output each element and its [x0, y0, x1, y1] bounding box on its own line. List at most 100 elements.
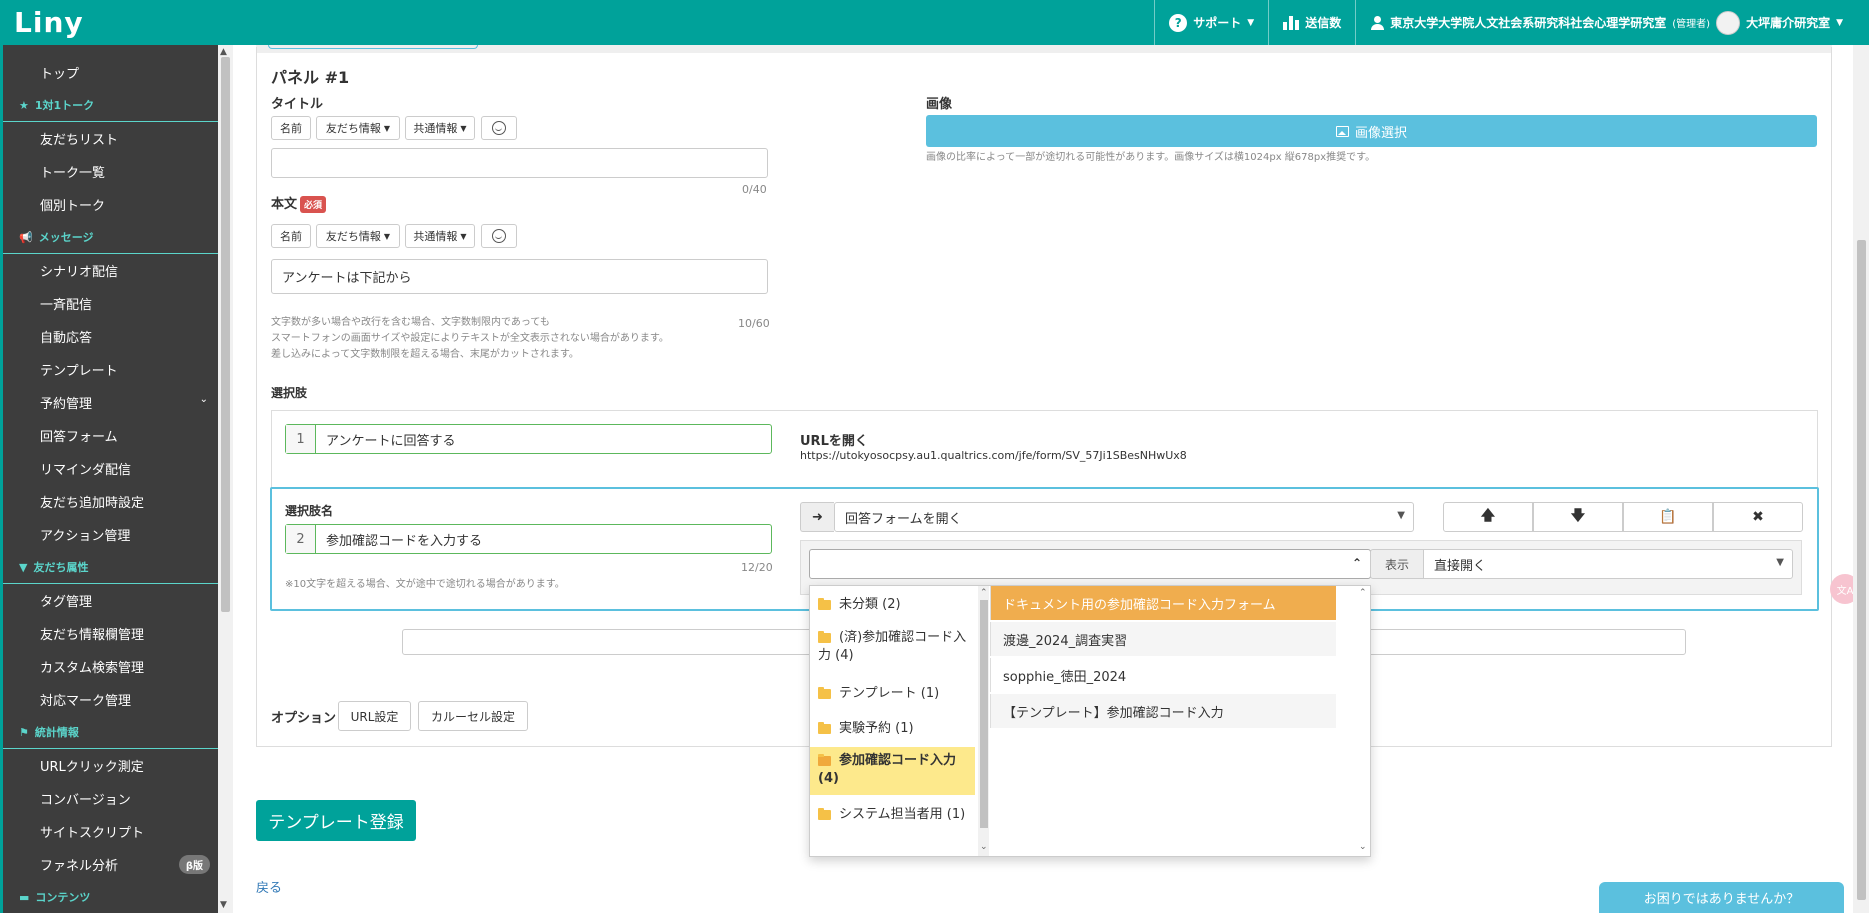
back-link[interactable]: 戻る: [256, 877, 282, 896]
insert-name-button[interactable]: 名前: [271, 224, 311, 248]
support-menu[interactable]: ? サポート ▼: [1154, 0, 1268, 45]
sidebar-item-13[interactable]: 友だち追加時設定: [3, 485, 218, 518]
sidebar-item-22[interactable]: コンバージョン: [3, 782, 218, 815]
sidebar-item-16[interactable]: タグ管理: [3, 584, 218, 617]
sidebar-item-8[interactable]: 自動応答: [3, 320, 218, 353]
url-settings-button[interactable]: URL設定: [338, 701, 411, 731]
sidebar-item-17[interactable]: 友だち情報欄管理: [3, 617, 218, 650]
form-option[interactable]: 渡邊_2024_調査実習: [990, 622, 1336, 656]
body-textarea[interactable]: アンケートは下記から: [271, 259, 768, 294]
choice-text: アンケートに回答する: [326, 433, 456, 449]
sidebar-item-18[interactable]: カスタム検索管理: [3, 650, 218, 683]
caret-down-icon: ▼: [383, 231, 391, 241]
move-down-button[interactable]: 🡇: [1533, 502, 1623, 532]
move-up-button[interactable]: 🡅: [1443, 502, 1533, 532]
emoji-button[interactable]: [481, 224, 517, 248]
scroll-down-icon[interactable]: ▼: [220, 900, 227, 910]
sidebar-item-24[interactable]: ファネル分析 β版: [3, 848, 218, 881]
folder-item[interactable]: (済)参加確認コード入力 (4): [810, 624, 975, 674]
emoji-button[interactable]: [481, 116, 517, 140]
arrow-down-icon: 🡇: [1570, 508, 1586, 524]
choice-1-url[interactable]: https://utokyosocpsy.au1.qualtrics.com/j…: [800, 448, 1187, 464]
scroll-up-icon[interactable]: ⌃: [1359, 588, 1367, 598]
scroll-down-icon[interactable]: ⌄: [980, 842, 988, 852]
register-template-button[interactable]: テンプレート登録: [256, 800, 416, 841]
sidebar-scroll-thumb[interactable]: [221, 57, 230, 612]
sidebar-item-7[interactable]: 一斉配信: [3, 287, 218, 320]
insert-name-button[interactable]: 名前: [271, 116, 311, 140]
friend-info-dropdown[interactable]: 友だち情報 ▼: [316, 116, 400, 140]
sidebar-item-label: トーク一覧: [40, 166, 106, 181]
account-menu[interactable]: 東京大学大学院人文社会系研究科社会心理学研究室 (管理者) 大坪庸介研究室 ▼: [1355, 0, 1869, 45]
arrow-right-icon: ➜: [800, 502, 834, 532]
image-select-button[interactable]: 画像選択: [926, 115, 1817, 147]
title-counter: 0/40: [742, 183, 767, 196]
avatar: [1716, 10, 1741, 35]
image-icon: [1335, 125, 1349, 137]
scroll-up-icon[interactable]: ⌃: [980, 588, 988, 598]
folder-item[interactable]: テンプレート (1): [810, 680, 975, 708]
sidebar-item-2[interactable]: 友だちリスト: [3, 122, 218, 155]
display-select[interactable]: 直接開く ▼: [1423, 549, 1793, 579]
action-type-select[interactable]: 回答フォームを開く ▼: [834, 502, 1414, 532]
form-select[interactable]: ⌃: [809, 549, 1371, 579]
sidebar-item-21[interactable]: URLクリック測定: [3, 749, 218, 782]
smile-icon: [492, 121, 506, 135]
body-label-text: 本文: [271, 197, 298, 212]
choice-2-input[interactable]: 2 参加確認コードを入力する: [285, 524, 772, 554]
scroll-up-icon[interactable]: ▲: [220, 47, 227, 57]
sidebar-item-4[interactable]: 個別トーク: [3, 188, 218, 221]
options-label: オプション: [271, 711, 337, 726]
choice-1-input[interactable]: 1 アンケートに回答する: [285, 424, 772, 454]
common-info-dropdown[interactable]: 共通情報 ▼: [405, 224, 475, 248]
action-type-value: 回答フォームを開く: [845, 511, 962, 527]
folder-item[interactable]: 実験予約 (1): [810, 715, 975, 743]
sidebar-section-20[interactable]: ⚑ 統計情報: [3, 716, 218, 749]
send-count-link[interactable]: 送信数: [1268, 0, 1355, 45]
folder-item[interactable]: システム担当者用 (1): [810, 801, 975, 849]
help-chat-button[interactable]: お困りではありませんか？: [1599, 882, 1844, 913]
form-option[interactable]: 【テンプレート】参加確認コード入力: [990, 694, 1336, 728]
sidebar-item-10[interactable]: 予約管理 ⌄: [3, 386, 218, 419]
sidebar-item-12[interactable]: リマインダ配信: [3, 452, 218, 485]
sidebar-item-11[interactable]: 回答フォーム: [3, 419, 218, 452]
friend-info-dropdown[interactable]: 友だち情報 ▼: [316, 224, 400, 248]
common-info-dropdown[interactable]: 共通情報 ▼: [405, 116, 475, 140]
folder-icon: [818, 807, 831, 820]
sidebar-item-23[interactable]: サイトスクリプト: [3, 815, 218, 848]
choice-2-counter: 12/20: [741, 561, 773, 574]
scroll-down-icon[interactable]: ⌄: [1359, 842, 1367, 852]
form-option[interactable]: ドキュメント用の参加確認コード入力フォーム: [990, 586, 1336, 620]
caret-down-icon: ▼: [460, 231, 467, 241]
sidebar-item-3[interactable]: トーク一覧: [3, 155, 218, 188]
sidebar-item-label: 友だち属性: [33, 561, 89, 574]
body-counter: 10/60: [738, 317, 770, 330]
folder-label: 参加確認コード入力 (4): [818, 753, 957, 786]
sidebar-section-1[interactable]: ★ 1対1トーク: [3, 89, 218, 122]
user-icon: [1370, 15, 1385, 30]
folder-scroll-thumb[interactable]: [980, 600, 988, 828]
chevron-down-icon: ▼: [1776, 557, 1784, 568]
caret-down-icon: ▼: [383, 123, 391, 133]
sidebar-item-0[interactable]: トップ: [3, 56, 218, 89]
sidebar-item-label: コンバージョン: [40, 793, 131, 808]
page-scroll-thumb[interactable]: [1857, 240, 1866, 900]
sidebar-section-25[interactable]: ▬ コンテンツ: [3, 881, 218, 913]
folder-item[interactable]: 未分類 (2): [810, 591, 975, 619]
sidebar-item-label: 回答フォーム: [40, 430, 118, 445]
sidebar-item-6[interactable]: シナリオ配信: [3, 254, 218, 287]
folder-item[interactable]: 参加確認コード入力 (4): [810, 747, 975, 795]
folder-label: 未分類 (2): [839, 597, 901, 612]
carousel-settings-button[interactable]: カルーセル設定: [418, 701, 528, 731]
sidebar-item-9[interactable]: テンプレート: [3, 353, 218, 386]
copy-button[interactable]: 📋: [1623, 502, 1713, 532]
delete-button[interactable]: ✖: [1713, 502, 1803, 532]
app-logo[interactable]: Liny: [14, 6, 84, 39]
sidebar-section-15[interactable]: ▼ 友だち属性: [3, 551, 218, 584]
sidebar-item-19[interactable]: 対応マーク管理: [3, 683, 218, 716]
sidebar-section-5[interactable]: 📢 メッセージ: [3, 221, 218, 254]
form-option[interactable]: sopphie_徳田_2024: [990, 658, 1336, 692]
sidebar-item-14[interactable]: アクション管理: [3, 518, 218, 551]
title-input[interactable]: [271, 148, 768, 178]
choice-1-action-label: URLを開く: [800, 434, 868, 449]
